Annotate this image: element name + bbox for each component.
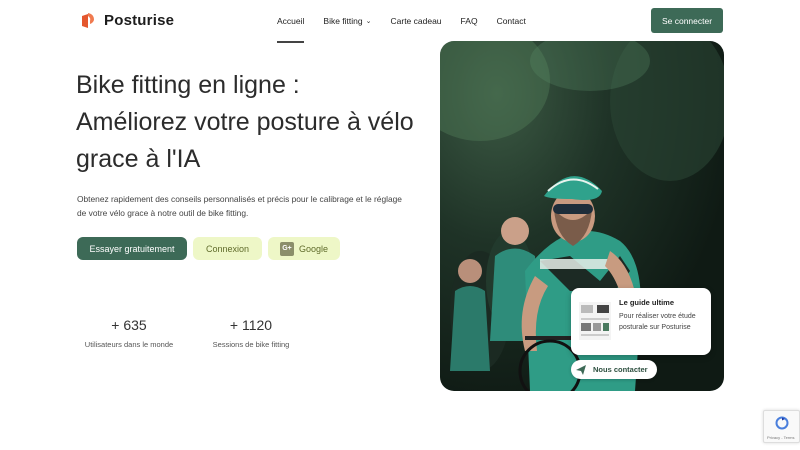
nav-contact-label: Contact	[496, 16, 526, 26]
brand-name: Posturise	[104, 11, 175, 29]
stat-sessions: + 1120 Sessions de bike fitting	[192, 316, 310, 349]
posturise-logo-icon	[80, 11, 96, 29]
nav-carte-cadeau-label: Carte cadeau	[390, 16, 442, 26]
google-label: Google	[298, 243, 329, 254]
nav-faq[interactable]: FAQ	[461, 16, 478, 26]
main-nav: Accueil Bike fitting ⌄ Carte cadeau FAQ …	[277, 16, 526, 43]
stat-users: + 635 Utilisateurs dans le monde	[77, 316, 181, 349]
google-icon: G+	[279, 241, 294, 256]
stat-sessions-label: Sessions de bike fitting	[212, 340, 290, 349]
recaptcha-icon	[775, 416, 789, 430]
contact-button[interactable]: Nous contacter	[571, 360, 657, 379]
guide-thumbnail-icon	[579, 302, 611, 340]
nav-faq-label: FAQ	[460, 16, 478, 26]
nav-bike-fitting[interactable]: Bike fitting ⌄	[323, 16, 371, 26]
stat-users-label: Utilisateurs dans le monde	[84, 340, 174, 349]
nav-carte-cadeau[interactable]: Carte cadeau	[391, 16, 442, 26]
cta-row: Essayer gratuitement Connexion G+ Google	[77, 237, 340, 260]
hero-title: Bike fitting en ligne : Améliorez votre …	[76, 71, 414, 173]
stat-sessions-value: + 1120	[229, 317, 273, 333]
stat-users-value: + 635	[111, 317, 147, 333]
guide-title: Le guide ultime	[619, 298, 675, 307]
brand-logo[interactable]: Posturise	[80, 11, 174, 29]
nav-contact[interactable]: Contact	[497, 16, 526, 26]
chevron-down-icon: ⌄	[365, 18, 372, 25]
hero-subtitle: Obtenez rapidement des conseils personna…	[77, 194, 402, 218]
contact-label: Nous contacter	[593, 365, 648, 374]
recaptcha-label: Privacy - Terms	[767, 435, 795, 440]
nav-bike-fitting-label: Bike fitting	[323, 16, 363, 26]
guide-card[interactable]: Le guide ultime Pour réaliser votre étud…	[571, 288, 711, 355]
connexion-button[interactable]: Connexion	[193, 237, 262, 260]
nav-accueil-label: Accueil	[277, 16, 305, 26]
recaptcha-badge[interactable]: Privacy - Terms	[763, 410, 800, 443]
login-button[interactable]: Se connecter	[651, 8, 723, 33]
try-free-button[interactable]: Essayer gratuitement	[77, 237, 187, 260]
guide-text: Pour réaliser votre étude posturale sur …	[619, 313, 696, 331]
google-login-button[interactable]: G+ Google	[268, 237, 340, 260]
send-icon	[576, 364, 586, 375]
stats: + 635 Utilisateurs dans le monde + 1120 …	[77, 316, 310, 349]
nav-accueil[interactable]: Accueil	[277, 16, 305, 43]
